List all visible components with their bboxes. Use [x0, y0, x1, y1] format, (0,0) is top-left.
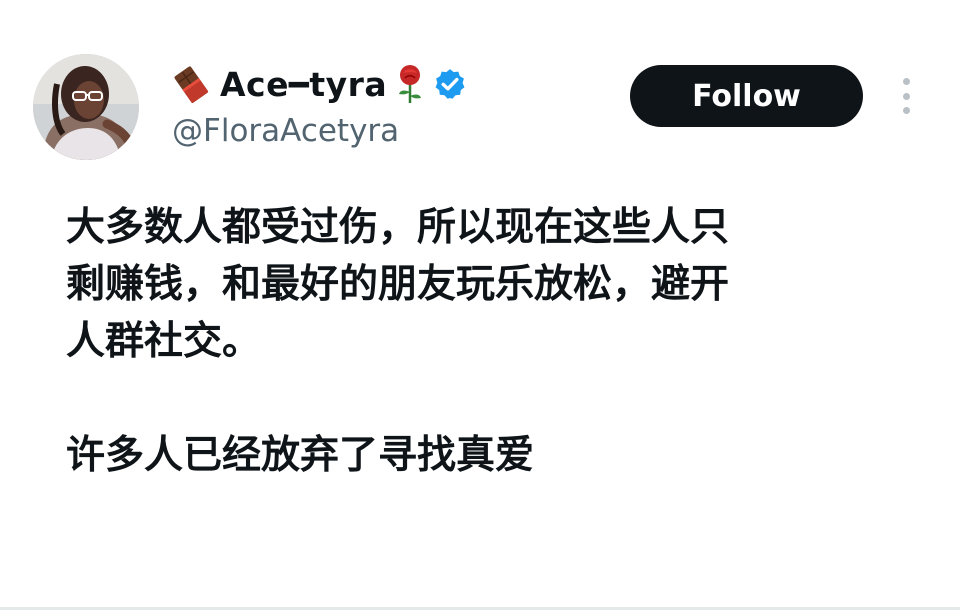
- verified-badge-icon[interactable]: [433, 67, 467, 101]
- rose-icon: [395, 64, 425, 104]
- follow-button[interactable]: Follow: [630, 65, 863, 127]
- avatar[interactable]: [33, 54, 139, 160]
- tweet-paragraph-1: 大多数人都受过伤，所以现在这些人只 剩赚钱，和最好的朋友玩乐放松，避开 人群社交…: [66, 199, 866, 370]
- tweet-line: 大多数人都受过伤，所以现在这些人只: [66, 205, 730, 250]
- more-vertical-icon[interactable]: [894, 74, 918, 118]
- tweet-line: 人群社交。: [66, 319, 262, 364]
- tweet-line: 许多人已经放弃了寻找真爱: [66, 433, 535, 478]
- more-dot: [902, 107, 910, 114]
- tweet-text: 大多数人都受过伤，所以现在这些人只 剩赚钱，和最好的朋友玩乐放松，避开 人群社交…: [66, 199, 866, 484]
- author-name-row[interactable]: Ace━tyra: [172, 62, 467, 106]
- tweet-card: Ace━tyra @FloraAcetyra Follow 大多数人都受过伤，所…: [0, 0, 960, 610]
- more-dot: [902, 92, 910, 100]
- chocolate-bar-icon: [172, 64, 212, 104]
- more-dot: [902, 78, 910, 85]
- tweet-line: 剩赚钱，和最好的朋友玩乐放松，避开: [66, 262, 730, 307]
- author-display-name[interactable]: Ace━tyra: [220, 65, 387, 104]
- avatar-image: [33, 54, 139, 160]
- tweet-paragraph-2: 许多人已经放弃了寻找真爱: [66, 427, 866, 484]
- author-handle[interactable]: @FloraAcetyra: [172, 113, 399, 149]
